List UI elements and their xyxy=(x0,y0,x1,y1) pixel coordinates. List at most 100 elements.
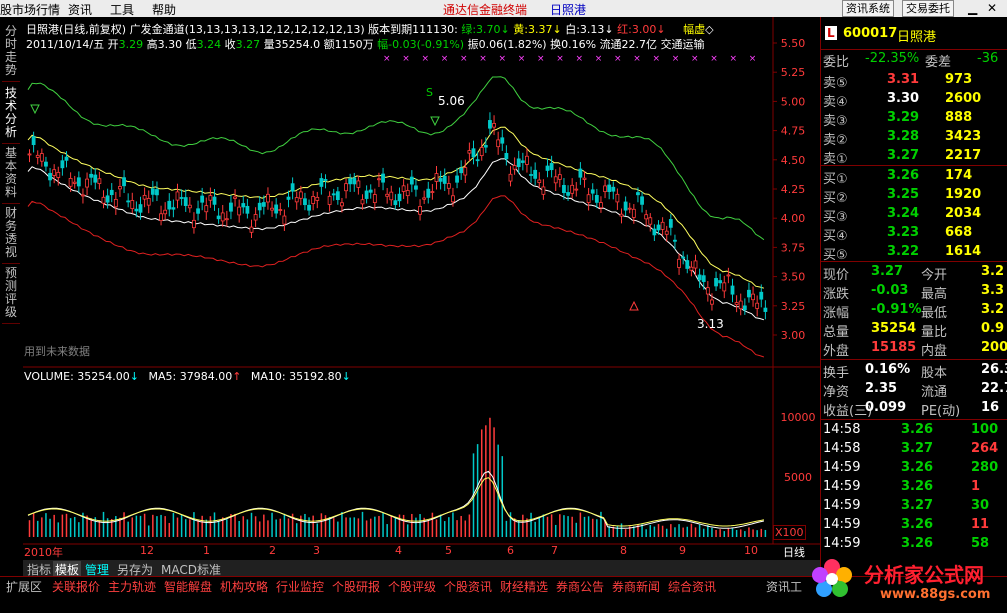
candle-body xyxy=(352,177,357,185)
candle-body xyxy=(286,196,291,200)
candle-body xyxy=(368,189,373,193)
kline-chart[interactable]: 5.50 5.25 5.00 4.75 4.50 4.25 4.00 3.75 3.50 3.25… xyxy=(23,17,820,567)
stat-label-2: 最低 xyxy=(921,306,948,321)
candle-body xyxy=(179,197,184,199)
func-broker-news[interactable]: 券商新闻 xyxy=(612,578,660,595)
func-smart-analysis[interactable]: 智能解盘 xyxy=(164,578,212,595)
stat-row[interactable]: 外盘 15185 内盘 2006 xyxy=(821,339,1007,359)
candle-body xyxy=(648,217,653,225)
yellow-value: 3.37 xyxy=(527,23,553,36)
func-rating[interactable]: 个股评级 xyxy=(388,578,436,595)
candle-body xyxy=(537,179,542,183)
stat-row[interactable]: 涨幅 -0.91% 最低 3.2 xyxy=(821,301,1007,321)
minimize-icon[interactable]: ▁ xyxy=(968,1,977,15)
quote-panel: L 600017 日照港 委比 -22.35% 委差 -36 卖⑤ 3.31 973… xyxy=(820,17,1007,590)
tick-row[interactable]: 14:59 3.26 11 xyxy=(821,516,1007,534)
stat-label: 涨跌 xyxy=(823,287,850,302)
sell-row[interactable]: 卖② 3.28 3423 xyxy=(821,128,1007,148)
buy-row[interactable]: 买② 3.25 1920 xyxy=(821,186,1007,206)
sell-row[interactable]: 卖① 3.27 2217 xyxy=(821,147,1007,167)
stat-row[interactable]: 涨跌 -0.03 最高 3.3 xyxy=(821,282,1007,302)
candle-body xyxy=(60,160,65,169)
buy-row[interactable]: 买⑤ 3.22 1614 xyxy=(821,243,1007,263)
buy-row[interactable]: 买③ 3.24 2034 xyxy=(821,205,1007,225)
sector-value[interactable]: 交通运输 xyxy=(661,38,705,51)
stat2-row[interactable]: 换手 0.16% 股本 26.3 xyxy=(821,361,1007,381)
candle-body xyxy=(574,188,579,191)
stat-value-2: 16 xyxy=(981,400,1000,415)
func-extend[interactable]: 扩展区 xyxy=(6,578,42,595)
tab-rating[interactable]: 预测评级 xyxy=(2,267,20,324)
menu-news[interactable]: 资讯 xyxy=(68,1,92,18)
func-broker-notice[interactable]: 券商公告 xyxy=(556,578,604,595)
candle-body xyxy=(759,291,764,300)
candle-body xyxy=(216,215,221,220)
sell-level-label: 卖③ xyxy=(823,114,848,129)
func-info[interactable]: 资讯工 xyxy=(766,578,802,595)
candle-body xyxy=(327,195,332,205)
high-price-note: 5.06 xyxy=(438,94,465,108)
buy-row[interactable]: 买④ 3.23 668 xyxy=(821,224,1007,244)
tick-time: 14:59 xyxy=(823,498,861,513)
candle-body xyxy=(578,168,583,178)
candle-body xyxy=(442,175,447,184)
x-label: 3 xyxy=(313,544,320,557)
period-label[interactable]: 日线 xyxy=(783,544,805,560)
tab-finance[interactable]: 财务透视 xyxy=(2,207,20,264)
tab-technical[interactable]: 技术分析 xyxy=(2,87,20,144)
tick-row[interactable]: 14:59 3.26 1 xyxy=(821,478,1007,496)
stat-value-2: 3.2 xyxy=(981,302,1005,317)
tick-row[interactable]: 14:59 3.26 280 xyxy=(821,459,1007,477)
tick-row[interactable]: 14:58 3.26 100 xyxy=(821,421,1007,439)
tick-price: 3.26 xyxy=(901,517,934,532)
stat-label-2: 内盘 xyxy=(921,344,948,359)
stat2-row[interactable]: 收益(三) 0.099 PE(动) 16 xyxy=(821,399,1007,419)
amplitude-toggle[interactable]: 幅虚 xyxy=(683,23,705,36)
candle-body xyxy=(237,206,242,216)
diamond-icon[interactable]: ◇ xyxy=(705,23,713,36)
stat-row[interactable]: 总量 35254 量比 0.9 xyxy=(821,320,1007,340)
news-system-button[interactable]: 资讯系统 xyxy=(842,0,894,17)
stat-row[interactable]: 现价 3.27 今开 3.2 xyxy=(821,263,1007,283)
menu-help[interactable]: 帮助 xyxy=(152,1,176,18)
candle-body xyxy=(738,300,743,310)
tick-row[interactable]: 14:59 3.26 58 xyxy=(821,535,1007,553)
func-research[interactable]: 个股研报 xyxy=(332,578,380,595)
candle-body xyxy=(681,256,686,259)
sell-row[interactable]: 卖④ 3.30 2600 xyxy=(821,90,1007,110)
func-stock-news[interactable]: 个股资讯 xyxy=(444,578,492,595)
menu-tools[interactable]: 工具 xyxy=(110,1,134,18)
sell-row[interactable]: 卖③ 3.29 888 xyxy=(821,109,1007,129)
sell-price: 3.30 xyxy=(887,91,920,106)
func-related-quote[interactable]: 关联报价 xyxy=(52,578,100,595)
menu-market[interactable]: 股市场行情 xyxy=(0,1,60,18)
func-finance-pick[interactable]: 财经精选 xyxy=(500,578,548,595)
candle-body xyxy=(553,176,558,184)
candle-body xyxy=(381,173,385,183)
candle-body xyxy=(68,178,73,187)
candle-body xyxy=(298,191,303,199)
candle-body xyxy=(664,230,669,235)
candle-body xyxy=(730,285,735,295)
stat2-row[interactable]: 净资 2.35 流通 22.7 xyxy=(821,380,1007,400)
trade-order-button[interactable]: 交易委托 xyxy=(902,0,954,17)
tab-profile[interactable]: 基本资料 xyxy=(2,147,20,204)
template-tab-bar: 指标 模板 管理 另存为 MACD标准 xyxy=(23,560,820,578)
sell-row[interactable]: 卖⑤ 3.31 973 xyxy=(821,71,1007,91)
candle-body xyxy=(451,195,455,203)
tick-volume: 58 xyxy=(971,536,990,551)
tick-row[interactable]: 14:58 3.27 264 xyxy=(821,440,1007,458)
candle-body xyxy=(196,208,200,214)
tab-intraday[interactable]: 分时走势 xyxy=(2,25,20,82)
buy-row[interactable]: 买① 3.26 174 xyxy=(821,167,1007,187)
func-main-track[interactable]: 主力轨迹 xyxy=(108,578,156,595)
func-institution[interactable]: 机构攻略 xyxy=(220,578,268,595)
close-icon[interactable]: ✕ xyxy=(987,1,997,15)
candle-body xyxy=(64,156,69,161)
func-industry[interactable]: 行业监控 xyxy=(276,578,324,595)
candle-body xyxy=(492,123,496,128)
ma10-reading: MA10: 35192.80 xyxy=(250,370,342,383)
candle-body xyxy=(422,197,427,200)
func-composite[interactable]: 综合资讯 xyxy=(668,578,716,595)
tick-row[interactable]: 14:59 3.27 30 xyxy=(821,497,1007,515)
